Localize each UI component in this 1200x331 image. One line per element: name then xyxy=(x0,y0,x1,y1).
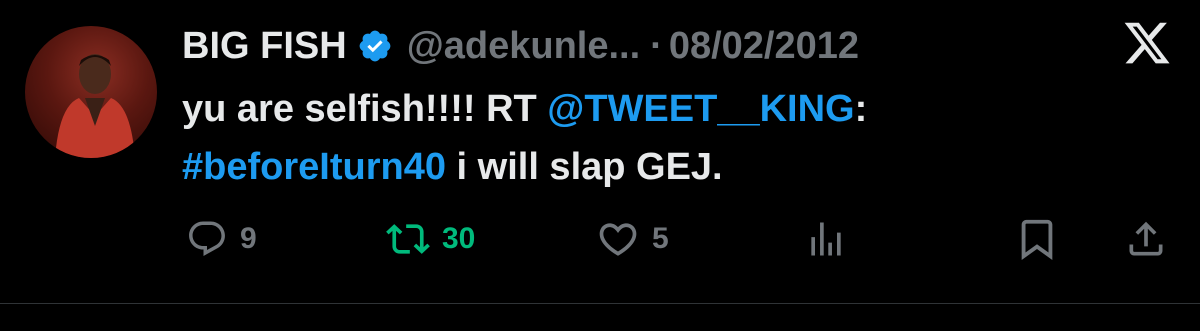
like-button[interactable]: 5 xyxy=(596,214,669,264)
user-handle[interactable]: @adekunle... xyxy=(407,25,640,68)
share-button[interactable] xyxy=(1124,214,1168,264)
verified-badge-icon xyxy=(359,30,391,62)
tweet-text-segment: : xyxy=(854,88,868,130)
tweet-text: yu are selfish!!!! RT @TWEET__KING: #befo… xyxy=(182,80,1142,196)
tweet-text-segment: i will slap GEJ. xyxy=(445,146,723,188)
like-icon xyxy=(599,223,637,256)
tweet-actions: 9 30 5 xyxy=(182,214,1172,264)
avatar-portrait xyxy=(55,54,135,158)
avatar[interactable] xyxy=(25,26,157,158)
views-icon xyxy=(811,222,841,256)
share-icon xyxy=(1129,221,1163,256)
tweet-header: BIG FISH @adekunle... · 08/02/2012 xyxy=(182,18,859,74)
like-count: 5 xyxy=(652,222,669,255)
hashtag-link[interactable]: #beforeIturn40 xyxy=(182,146,446,188)
retweet-button[interactable]: 30 xyxy=(386,214,475,264)
separator-dot: · xyxy=(650,24,663,67)
x-logo-icon[interactable] xyxy=(1122,18,1172,68)
tweet-date[interactable]: 08/02/2012 xyxy=(669,25,859,68)
mention-link[interactable]: @TWEET__KING xyxy=(547,88,854,130)
divider xyxy=(0,303,1200,304)
reply-count: 9 xyxy=(240,222,257,255)
tweet-card[interactable]: BIG FISH @adekunle... · 08/02/2012 yu ar… xyxy=(0,0,1200,331)
tweet-text-segment: yu are selfish!!!! RT xyxy=(182,88,548,130)
reply-icon xyxy=(189,221,225,256)
bookmark-icon xyxy=(1021,219,1053,260)
bookmark-button[interactable] xyxy=(1014,214,1060,264)
retweet-icon xyxy=(386,224,430,254)
reply-button[interactable]: 9 xyxy=(186,214,257,264)
retweet-count: 30 xyxy=(442,222,476,255)
views-button[interactable] xyxy=(804,214,848,264)
display-name[interactable]: BIG FISH xyxy=(182,25,347,68)
